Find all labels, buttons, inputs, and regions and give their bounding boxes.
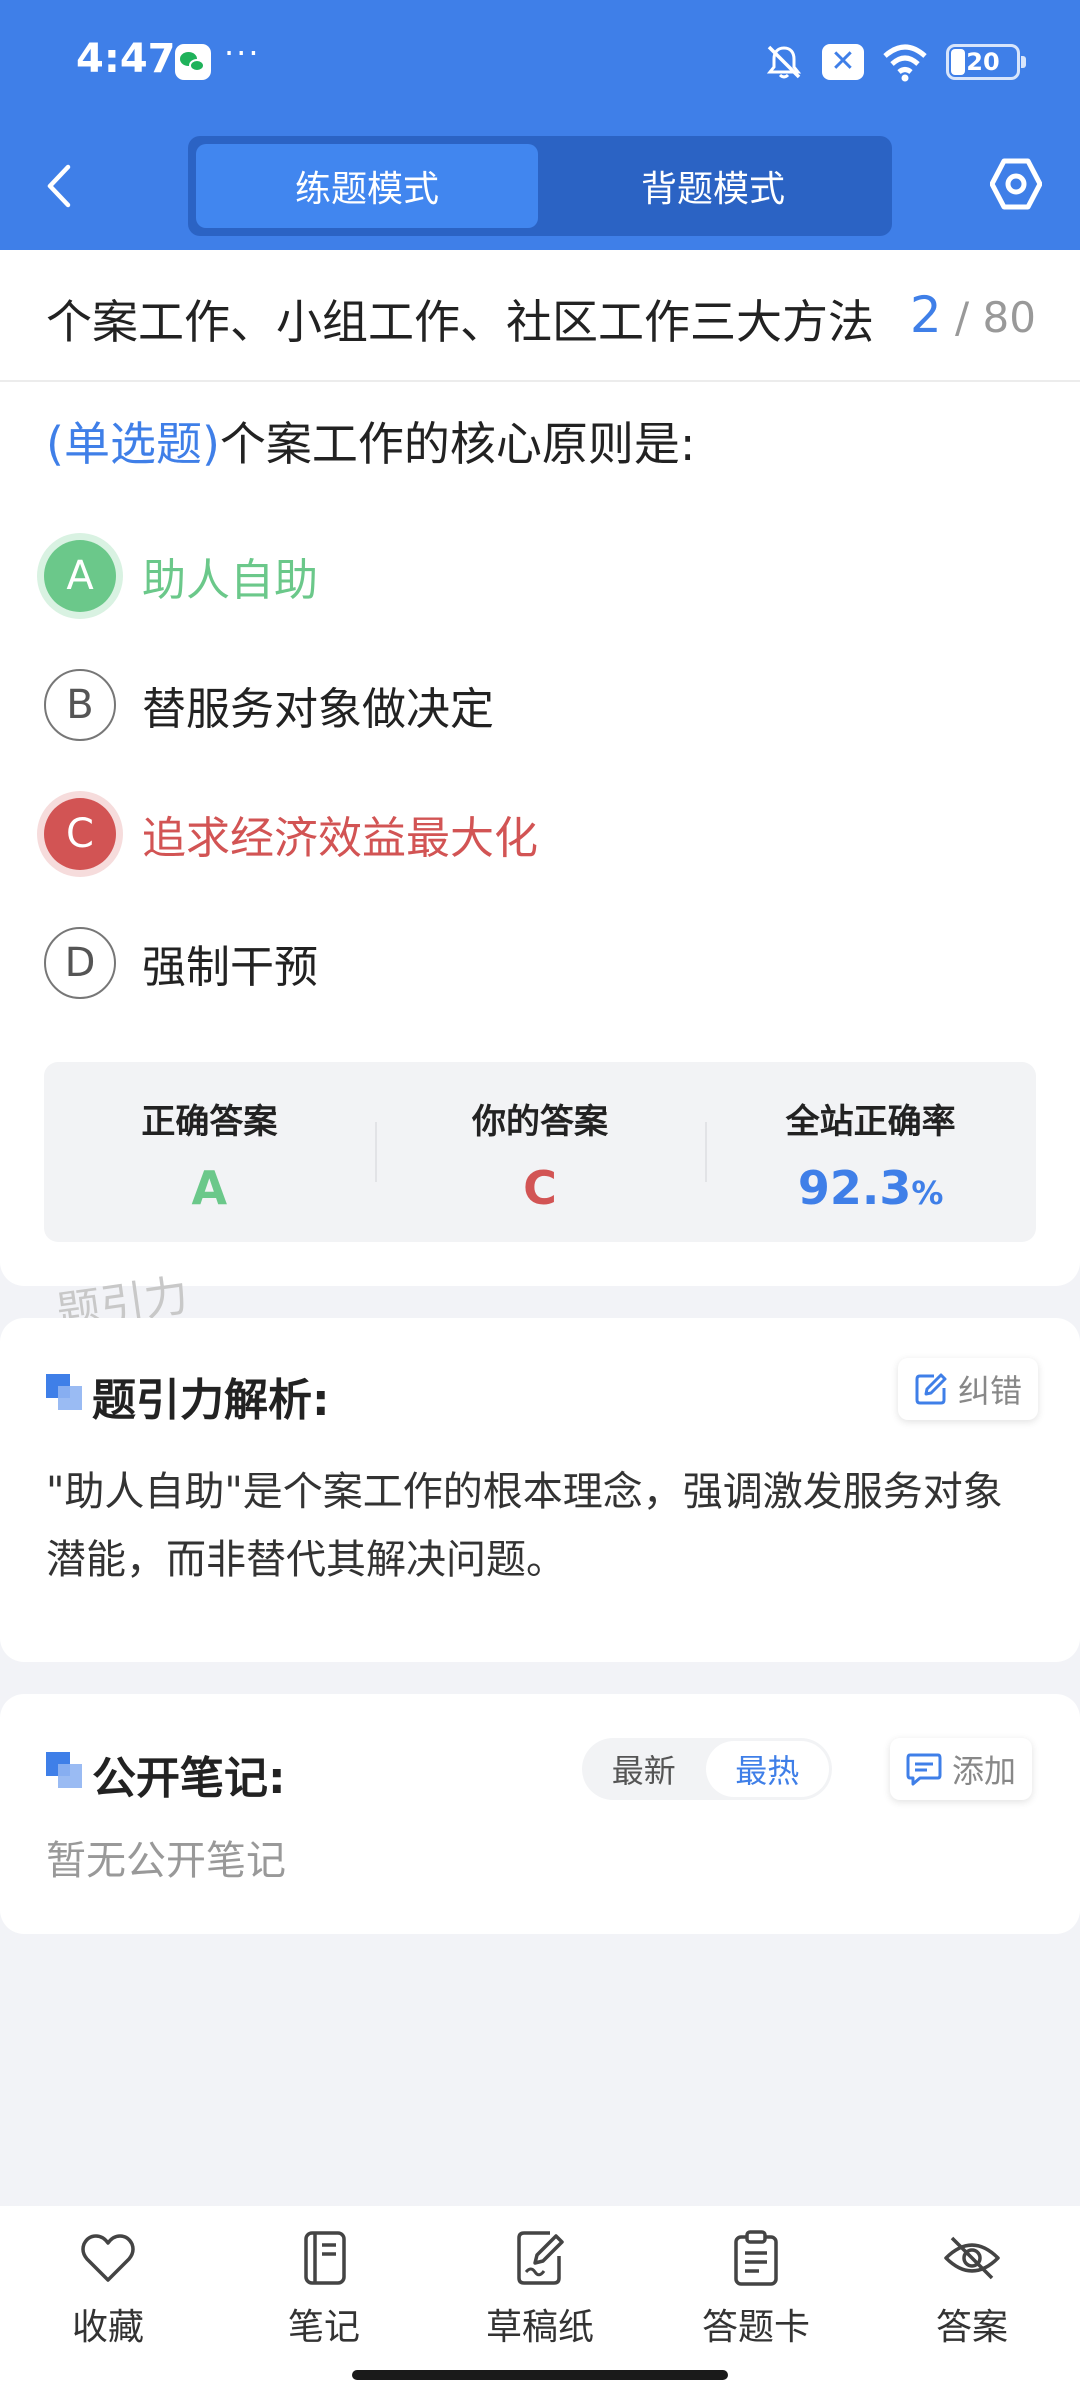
chapter-title: 个案工作、小组工作、社区工作三大方法 <box>46 295 874 349</box>
section-icon <box>46 1752 84 1790</box>
nav-label: 笔记 <box>287 2307 360 2348</box>
battery-level: 20 <box>966 48 1000 76</box>
nav-notes[interactable]: 笔记 <box>234 2228 414 2378</box>
wechat-icon <box>175 44 211 80</box>
option-letter: B <box>44 669 116 741</box>
stat-value: 92.3% <box>705 1161 1036 1215</box>
nav-favorite[interactable]: 收藏 <box>18 2228 198 2378</box>
option-text: 替服务对象做决定 <box>142 684 494 735</box>
option-text: 强制干预 <box>142 942 318 993</box>
stat-label: 你的答案 <box>472 1102 608 1142</box>
question-stem: 个案工作的核心原则是: <box>219 417 696 471</box>
nav-answer[interactable]: 答案 <box>882 2228 1062 2378</box>
edit-icon <box>915 1373 947 1405</box>
stat-accuracy-rate: 全站正确率 92.3% <box>705 1062 1036 1242</box>
stat-correct-answer: 正确答案 A <box>44 1062 375 1242</box>
analysis-title: 题引力解析: <box>92 1375 330 1426</box>
option-letter: D <box>44 927 116 999</box>
notes-title: 公开笔记: <box>92 1753 286 1804</box>
hexagon-settings-icon[interactable] <box>989 156 1043 212</box>
analysis-card: 题引力解析: 纠错 "助人自助"是个案工作的根本理念，强调激发服务对象潜能，而非… <box>0 1318 1080 1662</box>
comment-icon <box>906 1753 942 1786</box>
public-notes-card: 公开笔记: 最新 最热 添加 暂无公开笔记 <box>0 1694 1080 1934</box>
option-d[interactable]: D 强制干预 <box>44 927 318 999</box>
divider <box>0 380 1080 382</box>
notes-sort-toggle: 最新 最热 <box>582 1738 832 1800</box>
sort-latest-button[interactable]: 最新 <box>582 1741 706 1797</box>
rate-unit: % <box>911 1174 944 1212</box>
wifi-icon <box>882 42 928 82</box>
bell-off-icon <box>764 42 804 82</box>
total-questions: / 80 <box>955 293 1036 342</box>
question-card: 个案工作、小组工作、社区工作三大方法 2 / 80 (单选题)个案工作的核心原则… <box>0 250 1080 1286</box>
nav-answer-sheet[interactable]: 答题卡 <box>666 2228 846 2378</box>
analysis-text: "助人自助"是个案工作的根本理念，强调激发服务对象潜能，而非替代其解决问题。 <box>46 1469 1003 1583</box>
rate-number: 92.3 <box>797 1161 912 1215</box>
heart-icon <box>81 2234 135 2282</box>
app-header: 4:47 ··· ✕ 20 练题模式 背题模式 <box>0 0 1080 250</box>
nav-label: 答案 <box>935 2307 1008 2348</box>
add-note-button[interactable]: 添加 <box>890 1738 1033 1800</box>
option-text: 助人自助 <box>142 555 318 606</box>
option-c[interactable]: C 追求经济效益最大化 <box>44 798 538 870</box>
status-icons: ✕ 20 <box>764 40 1026 84</box>
answer-stats-panel: 正确答案 A 你的答案 C 全站正确率 92.3% <box>44 1062 1036 1242</box>
more-notifications-icon: ··· <box>224 34 261 72</box>
status-time: 4:47 <box>76 36 176 82</box>
add-note-label: 添加 <box>952 1752 1017 1790</box>
stat-your-answer: 你的答案 C <box>374 1062 706 1242</box>
battery-icon: 20 <box>946 44 1026 80</box>
section-icon <box>46 1374 84 1412</box>
option-b[interactable]: B 替服务对象做决定 <box>44 669 494 741</box>
report-error-label: 纠错 <box>958 1372 1023 1410</box>
option-a[interactable]: A 助人自助 <box>44 540 318 612</box>
mode-switch: 练题模式 背题模式 <box>188 136 892 236</box>
option-text: 追求经济效益最大化 <box>142 813 538 864</box>
option-letter: C <box>44 798 116 870</box>
sort-hot-button[interactable]: 最热 <box>705 1741 829 1797</box>
chevron-left-icon[interactable] <box>44 160 84 212</box>
stat-value: C <box>523 1161 557 1215</box>
question-text: (单选题)个案工作的核心原则是: <box>46 408 695 474</box>
stat-value: A <box>191 1161 228 1215</box>
answer-sheet-icon <box>734 2230 778 2286</box>
current-question-number: 2 <box>909 286 942 344</box>
notebook-icon <box>304 2231 346 2285</box>
nav-draft-paper[interactable]: 草稿纸 <box>450 2228 630 2378</box>
question-counter: 2 / 80 <box>910 286 1036 344</box>
close-box-icon: ✕ <box>822 42 864 82</box>
home-indicator[interactable] <box>352 2370 728 2380</box>
draft-paper-icon <box>517 2231 564 2285</box>
eye-off-icon <box>944 2236 1000 2280</box>
question-type-tag: (单选题) <box>46 417 220 471</box>
status-bar: 4:47 ··· ✕ 20 <box>0 0 1080 125</box>
empty-notes-text: 暂无公开笔记 <box>46 1838 286 1884</box>
tab-practice-mode[interactable]: 练题模式 <box>196 144 538 228</box>
stat-label: 全站正确率 <box>785 1102 956 1142</box>
stat-label: 正确答案 <box>141 1102 278 1142</box>
nav-label: 收藏 <box>71 2307 144 2348</box>
tab-memorize-mode[interactable]: 背题模式 <box>542 144 884 228</box>
option-letter: A <box>44 540 116 612</box>
report-error-button[interactable]: 纠错 <box>898 1358 1039 1420</box>
nav-label: 草稿纸 <box>485 2307 594 2348</box>
nav-label: 答题卡 <box>701 2307 810 2348</box>
